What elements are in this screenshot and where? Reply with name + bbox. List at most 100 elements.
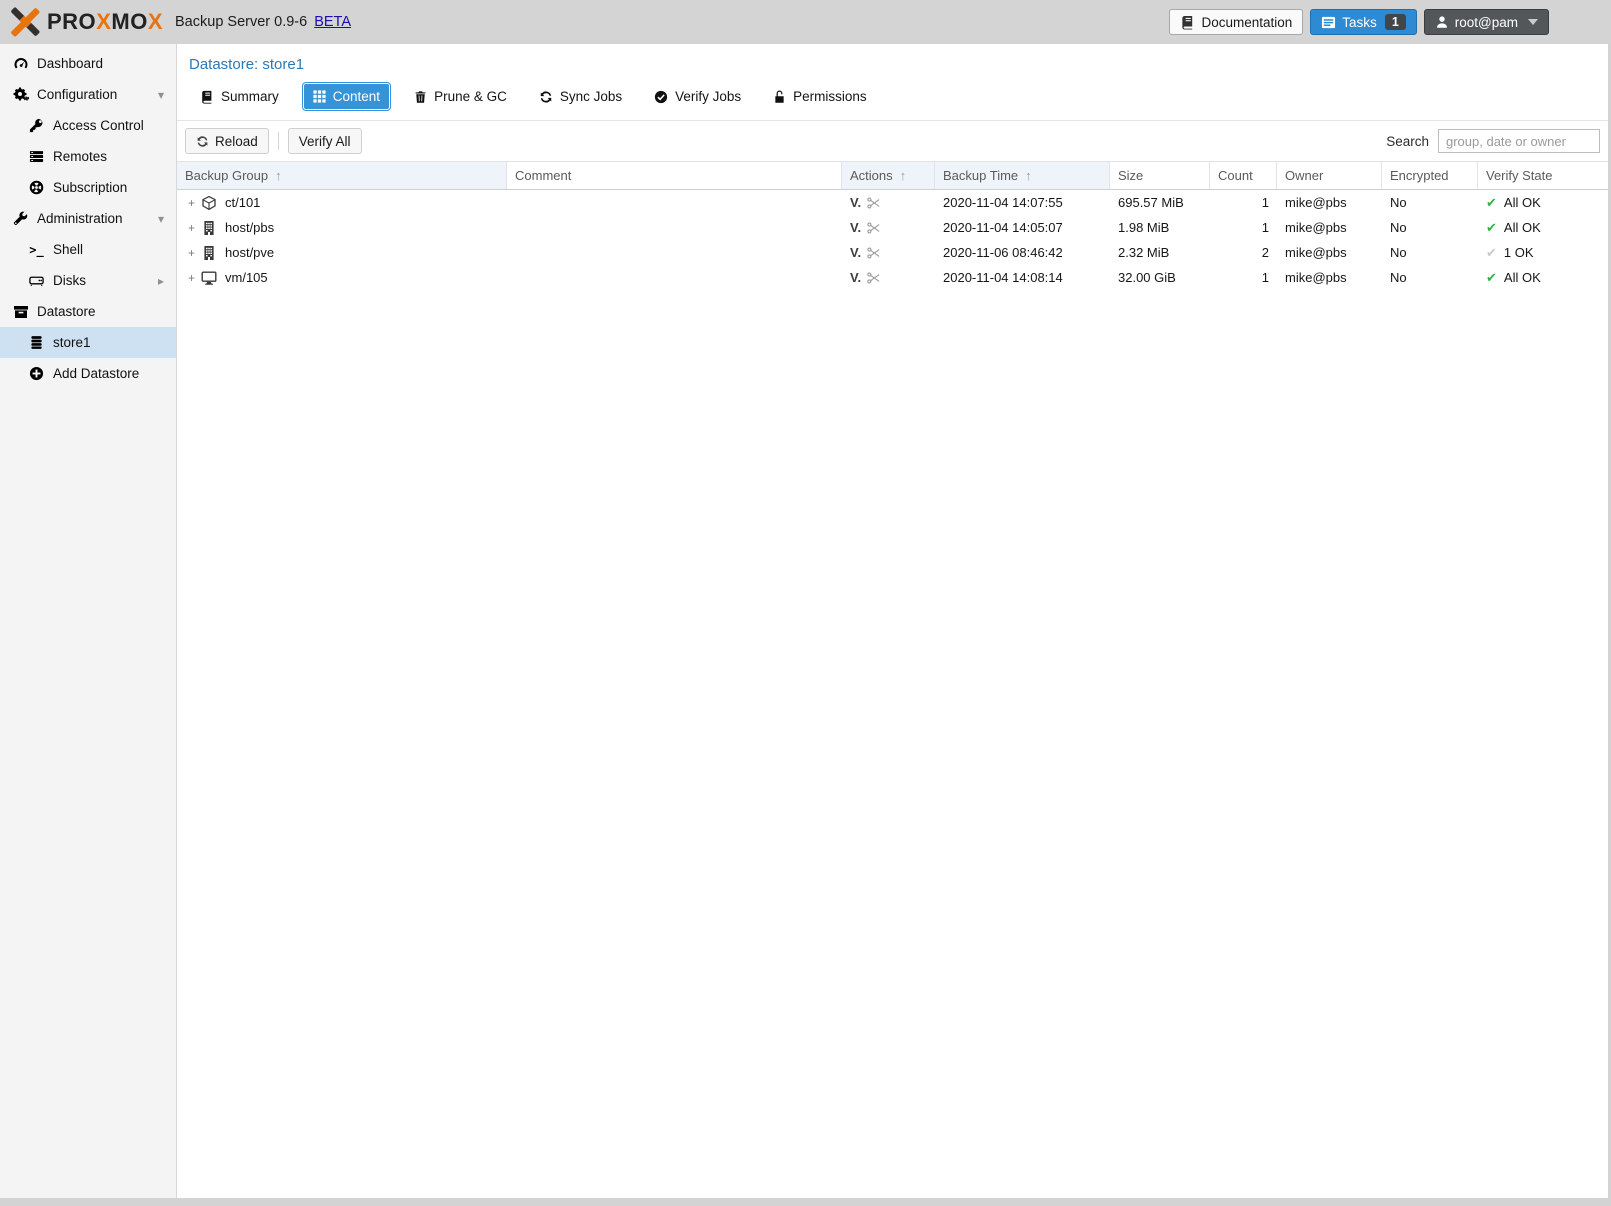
tab-summary[interactable]: Summary <box>191 84 288 109</box>
documentation-button[interactable]: Documentation <box>1169 9 1303 35</box>
sidebar-item-label: Disks <box>53 273 86 288</box>
table-row[interactable]: + host/pve V. 2020-11-06 08:46:42 2.32 M… <box>177 240 1608 265</box>
expand-icon[interactable]: + <box>185 196 198 210</box>
proxmox-x-icon <box>10 7 40 37</box>
sidebar-item-configuration[interactable]: Configuration ▾ <box>0 79 176 110</box>
size-cell: 695.57 MiB <box>1110 195 1210 210</box>
page-title: Datastore: store1 <box>177 44 1608 75</box>
verify-action[interactable]: V. <box>850 270 861 285</box>
column-header-actions[interactable]: Actions↑ <box>842 162 935 189</box>
sidebar-item-label: Dashboard <box>37 56 103 71</box>
building-icon <box>201 245 217 261</box>
column-header-comment[interactable]: Comment <box>507 162 842 189</box>
sidebar-item-add-datastore[interactable]: Add Datastore <box>0 358 176 389</box>
sidebar-item-datastore[interactable]: Datastore <box>0 296 176 327</box>
tab-prune-gc[interactable]: Prune & GC <box>405 84 516 109</box>
check-icon: ✔ <box>1486 220 1497 236</box>
expand-icon[interactable]: + <box>185 271 198 285</box>
reload-button[interactable]: Reload <box>185 128 269 154</box>
size-cell: 1.98 MiB <box>1110 220 1210 235</box>
count-cell: 1 <box>1210 195 1277 210</box>
archive-icon <box>12 303 29 320</box>
prune-scissors-icon[interactable] <box>867 197 881 209</box>
column-header-verify-state[interactable]: Verify State <box>1478 162 1608 189</box>
sidebar-item-subscription[interactable]: Subscription <box>0 172 176 203</box>
cube-icon <box>201 195 217 211</box>
topbar: PROXMOX Backup Server 0.9-6 BETA Documen… <box>0 0 1611 44</box>
refresh-icon <box>196 135 209 148</box>
tab-label: Sync Jobs <box>560 89 622 104</box>
sidebar-item-dashboard[interactable]: Dashboard <box>0 48 176 79</box>
verify-state-cell: ✔ 1 OK <box>1478 245 1608 261</box>
search-label: Search <box>1386 134 1429 149</box>
verify-state-cell: ✔ All OK <box>1478 195 1608 211</box>
sidebar-item-label: store1 <box>53 335 91 350</box>
prune-scissors-icon[interactable] <box>867 222 881 234</box>
prune-scissors-icon[interactable] <box>867 247 881 259</box>
verify-action[interactable]: V. <box>850 195 861 210</box>
table-row[interactable]: + ct/101 V. 2020-11-04 14:07:55 695.57 M… <box>177 190 1608 215</box>
tasks-label: Tasks <box>1342 15 1377 30</box>
sidebar-item-access-control[interactable]: Access Control <box>0 110 176 141</box>
tasks-icon <box>1321 15 1336 30</box>
sort-asc-icon: ↑ <box>1025 168 1032 183</box>
prune-scissors-icon[interactable] <box>867 272 881 284</box>
actions-cell: V. <box>842 195 935 210</box>
proxmox-wordmark: PROXMOX <box>47 9 163 35</box>
column-header-count[interactable]: Count <box>1210 162 1277 189</box>
list-icon <box>28 148 45 165</box>
column-header-size[interactable]: Size <box>1110 162 1210 189</box>
grid-icon <box>313 90 326 103</box>
tasks-button[interactable]: Tasks 1 <box>1310 9 1416 35</box>
verify-action[interactable]: V. <box>850 220 861 235</box>
column-header-backup-time[interactable]: Backup Time↑ <box>935 162 1110 189</box>
column-header-owner[interactable]: Owner <box>1277 162 1382 189</box>
beta-link[interactable]: BETA <box>314 14 351 30</box>
column-header-backup-group[interactable]: Backup Group↑ <box>177 162 507 189</box>
sidebar-item-administration[interactable]: Administration ▾ <box>0 203 176 234</box>
lifering-icon <box>28 179 45 196</box>
table-row[interactable]: + host/pbs V. 2020-11-04 14:05:07 1.98 M… <box>177 215 1608 240</box>
dashboard-icon <box>12 55 29 72</box>
sidebar-item-remotes[interactable]: Remotes <box>0 141 176 172</box>
reload-label: Reload <box>215 134 258 149</box>
sort-asc-icon: ↑ <box>275 168 282 183</box>
actions-cell: V. <box>842 270 935 285</box>
owner-cell: mike@pbs <box>1277 270 1382 285</box>
expand-icon[interactable]: + <box>185 246 198 260</box>
actions-cell: V. <box>842 245 935 260</box>
sidebar-item-label: Shell <box>53 242 83 257</box>
sidebar-item-disks[interactable]: Disks ▸ <box>0 265 176 296</box>
search-input[interactable] <box>1438 129 1600 153</box>
terminal-icon: >_ <box>28 241 45 258</box>
product-name: Backup Server 0.9-6 <box>175 14 307 30</box>
backup-group-label: host/pve <box>225 245 274 260</box>
expand-icon[interactable]: + <box>185 221 198 235</box>
tabbar: Summary Content Prune & GC Sync Jobs Ver… <box>177 75 1608 121</box>
toolbar: Reload Verify All Search <box>177 121 1608 161</box>
sort-asc-icon: ↑ <box>900 168 907 183</box>
key-icon <box>28 117 45 134</box>
encrypted-cell: No <box>1382 270 1478 285</box>
tab-content[interactable]: Content <box>304 84 389 109</box>
sidebar-item-shell[interactable]: >_ Shell <box>0 234 176 265</box>
verify-state-cell: ✔ All OK <box>1478 220 1608 236</box>
sidebar-item-label: Subscription <box>53 180 127 195</box>
table-row[interactable]: + vm/105 V. 2020-11-04 14:08:14 32.00 Gi… <box>177 265 1608 290</box>
size-cell: 32.00 GiB <box>1110 270 1210 285</box>
tab-sync-jobs[interactable]: Sync Jobs <box>530 84 631 109</box>
tab-verify-jobs[interactable]: Verify Jobs <box>645 84 750 109</box>
wrench-icon <box>12 210 29 227</box>
user-menu-button[interactable]: root@pam <box>1424 9 1549 35</box>
check-icon: ✔ <box>1486 270 1497 286</box>
verify-all-button[interactable]: Verify All <box>288 128 362 154</box>
column-header-encrypted[interactable]: Encrypted <box>1382 162 1478 189</box>
tab-permissions[interactable]: Permissions <box>764 84 876 109</box>
check-circle-icon <box>654 90 668 104</box>
size-cell: 2.32 MiB <box>1110 245 1210 260</box>
tab-label: Permissions <box>793 89 867 104</box>
sidebar-item-store1[interactable]: store1 <box>0 327 176 358</box>
tab-label: Prune & GC <box>434 89 507 104</box>
verify-action[interactable]: V. <box>850 245 861 260</box>
building-icon <box>201 220 217 236</box>
